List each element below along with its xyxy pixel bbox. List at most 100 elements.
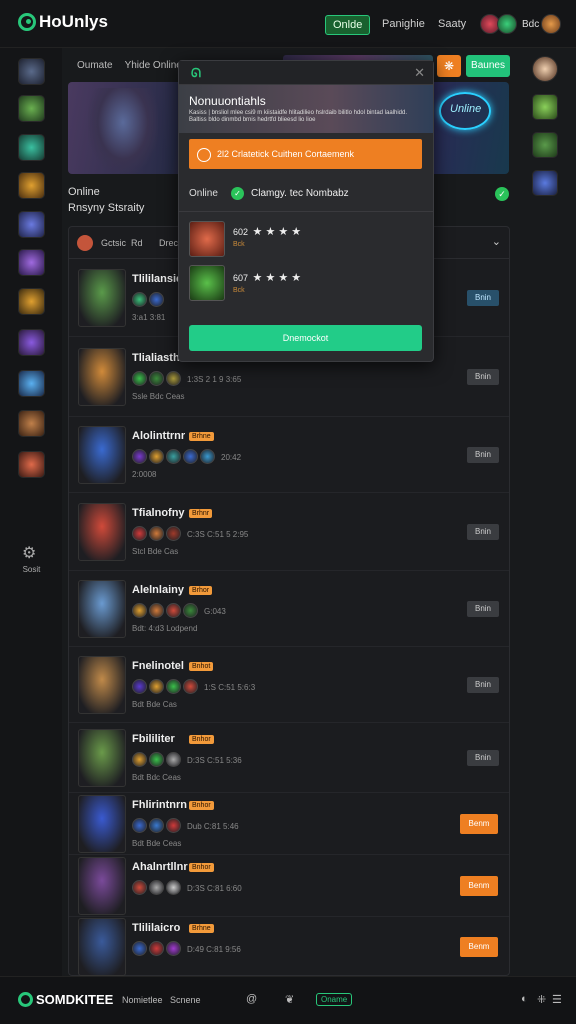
- character-icon[interactable]: [166, 752, 181, 767]
- character-icon[interactable]: [200, 449, 215, 464]
- nav-people[interactable]: Panighie: [382, 18, 425, 30]
- character-icon[interactable]: [132, 371, 147, 386]
- character-icon[interactable]: [166, 880, 181, 895]
- character-icon[interactable]: [132, 880, 147, 895]
- footer-status-badge[interactable]: Oname: [316, 993, 353, 1006]
- friend-avatar[interactable]: [532, 132, 558, 158]
- footer-link[interactable]: Nomietlee: [122, 995, 163, 1005]
- character-icon[interactable]: [149, 371, 164, 386]
- avatar[interactable]: [77, 235, 93, 251]
- grid-icon[interactable]: ⁜: [537, 993, 546, 1006]
- chevron-down-icon[interactable]: ⌄: [492, 235, 501, 248]
- game-thumbnail[interactable]: [78, 729, 126, 787]
- game-icon[interactable]: [18, 410, 45, 437]
- character-icon[interactable]: [166, 526, 181, 541]
- game-icon[interactable]: [18, 211, 45, 238]
- menu-icon[interactable]: ☰: [552, 993, 562, 1006]
- character-icon[interactable]: [132, 526, 147, 541]
- game-icon[interactable]: [18, 134, 45, 161]
- row-action-button[interactable]: Bnin: [467, 750, 499, 766]
- green-action-button[interactable]: Baunes: [466, 55, 510, 77]
- character-icon[interactable]: [166, 941, 181, 956]
- character-icon[interactable]: [132, 292, 147, 307]
- character-icon[interactable]: [132, 818, 147, 833]
- nav-online[interactable]: Onlde: [325, 15, 371, 35]
- row-action-button[interactable]: Bnin: [467, 524, 499, 540]
- list-row[interactable]: Alolinttrnr Brhne 20:42 2:0008 Bnin: [69, 417, 509, 493]
- row-action-button[interactable]: Benm: [460, 937, 498, 957]
- character-icon[interactable]: [149, 752, 164, 767]
- row-action-button[interactable]: Bnin: [467, 290, 499, 306]
- user-avatar[interactable]: [541, 14, 562, 34]
- orange-action-button[interactable]: ❋: [437, 55, 461, 77]
- popup-confirm-button[interactable]: Dnemockot: [189, 325, 422, 351]
- avatar[interactable]: [497, 14, 517, 34]
- friend-avatar[interactable]: [532, 94, 558, 120]
- game-thumbnail[interactable]: [78, 503, 126, 561]
- list-row[interactable]: Fbililiter Bnhor D:3S C:51 5:36 Bdt Bdc Cea…: [69, 723, 509, 793]
- row-action-button[interactable]: Bnin: [467, 447, 499, 463]
- row-action-button[interactable]: Bnin: [467, 369, 499, 385]
- game-icon[interactable]: [18, 249, 45, 276]
- friend-avatar[interactable]: [189, 265, 225, 301]
- character-icon[interactable]: [166, 603, 181, 618]
- game-thumbnail[interactable]: [78, 857, 126, 915]
- game-thumbnail[interactable]: [78, 918, 126, 976]
- row-action-button[interactable]: Bnin: [467, 677, 499, 693]
- character-icon[interactable]: [132, 449, 147, 464]
- list-row[interactable]: Fhlirintnrn Bnhor Dub C:81 5:46 Bdt Bde Cea…: [69, 793, 509, 855]
- footer-link[interactable]: Scnene: [170, 995, 201, 1005]
- column-header[interactable]: Gctsic: [101, 238, 126, 248]
- header-avatars[interactable]: Bdc: [480, 14, 562, 34]
- toggle-icon[interactable]: ◐: [521, 993, 528, 1005]
- character-icon[interactable]: [149, 941, 164, 956]
- game-thumbnail[interactable]: [78, 656, 126, 714]
- character-icon[interactable]: [149, 880, 164, 895]
- character-icon[interactable]: [183, 449, 198, 464]
- list-row[interactable]: Ahalnrtllnr Bnhor D:3S C:81 6:60 Benm: [69, 855, 509, 917]
- row-action-button[interactable]: Benm: [460, 876, 498, 896]
- character-icon[interactable]: [149, 679, 164, 694]
- character-icon[interactable]: [149, 818, 164, 833]
- friend-avatar[interactable]: [532, 170, 558, 196]
- game-icon[interactable]: [18, 451, 45, 478]
- column-header[interactable]: Rd: [131, 238, 143, 248]
- character-icon[interactable]: [149, 603, 164, 618]
- popup-banner[interactable]: 2l2 Crlatetick Cuithen Cortaemenk: [189, 139, 422, 169]
- character-icon[interactable]: [166, 371, 181, 386]
- game-icon[interactable]: [18, 288, 45, 315]
- character-icon[interactable]: [166, 818, 181, 833]
- character-icon[interactable]: [166, 679, 181, 694]
- chat-icon[interactable]: ❦: [285, 993, 294, 1006]
- character-icon[interactable]: [132, 679, 147, 694]
- game-icon[interactable]: [18, 95, 45, 122]
- game-icon[interactable]: [18, 58, 45, 85]
- character-icon[interactable]: [149, 292, 164, 307]
- character-icon[interactable]: [149, 449, 164, 464]
- close-icon[interactable]: ✕: [414, 65, 425, 81]
- character-icon[interactable]: [183, 603, 198, 618]
- character-icon[interactable]: [166, 449, 181, 464]
- game-icon[interactable]: [18, 329, 45, 356]
- row-action-button[interactable]: Benm: [460, 814, 498, 834]
- friend-avatar[interactable]: [189, 221, 225, 257]
- app-logo[interactable]: HoUnlys: [18, 12, 108, 32]
- friend-avatar[interactable]: [532, 56, 558, 82]
- game-thumbnail[interactable]: [78, 580, 126, 638]
- list-row[interactable]: Tfialnofny Brhnr C:3S C:51 5 2:95 Stcl Bde …: [69, 493, 509, 571]
- character-icon[interactable]: [149, 526, 164, 541]
- footer-logo[interactable]: SOMDKITEE: [18, 992, 113, 1007]
- game-icon[interactable]: [18, 172, 45, 199]
- character-icon[interactable]: [132, 941, 147, 956]
- nav-saaty[interactable]: Saaty: [438, 18, 466, 30]
- game-icon[interactable]: [18, 370, 45, 397]
- list-row[interactable]: Tlililaicro Brhne D:49 C:81 9:56 Benm: [69, 917, 509, 977]
- character-icon[interactable]: [132, 752, 147, 767]
- game-thumbnail[interactable]: [78, 795, 126, 853]
- game-thumbnail[interactable]: [78, 426, 126, 484]
- game-thumbnail[interactable]: [78, 348, 126, 406]
- column-header[interactable]: Drec: [159, 238, 178, 248]
- tab-online[interactable]: Yhide Online: [125, 60, 182, 71]
- list-row[interactable]: Fnelinotel Bnhot 1:S C:51 5:6:3 Bdt Bde Cas…: [69, 647, 509, 723]
- tab-oumate[interactable]: Oumate: [77, 60, 113, 71]
